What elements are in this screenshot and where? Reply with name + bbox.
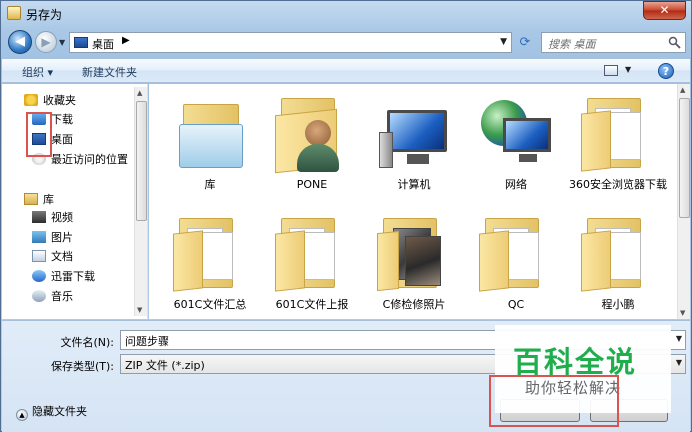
help-icon[interactable]: ? (658, 63, 674, 79)
search-placeholder: 搜索 桌面 (548, 38, 596, 51)
file-item-network[interactable]: 网络 (465, 88, 567, 208)
computer-icon (377, 94, 451, 174)
save-button-annotation-box (489, 375, 619, 427)
file-list: 库 PONE 计算机 网络 360安全浏览器下载 601C文件汇总 601C文件… (149, 84, 677, 319)
document-icon (32, 250, 46, 262)
folder-icon (173, 214, 247, 294)
address-breadcrumb[interactable]: 桌面 (92, 36, 114, 52)
sidebar-favorites[interactable]: 收藏夹 (24, 92, 76, 109)
picture-icon (32, 231, 46, 243)
file-item-pone[interactable]: PONE (261, 88, 363, 208)
video-icon (32, 211, 46, 223)
hide-folders-toggle[interactable]: ▲ 隐藏文件夹 (16, 403, 87, 421)
title-bar: 另存为 ✕ (1, 1, 691, 25)
refresh-icon: ⟳ (519, 35, 531, 50)
forward-button[interactable]: ▶ (35, 31, 57, 53)
network-icon (479, 94, 553, 174)
command-bar: 组织 ▾ 新建文件夹 ▼ ? (2, 58, 690, 83)
close-button[interactable]: ✕ (643, 1, 686, 20)
sidebar-libraries[interactable]: 库 (24, 191, 54, 208)
recent-pages-dropdown[interactable]: ▼ (59, 38, 67, 47)
save-as-dialog: 另存为 ✕ ◀ ▶ ▼ 桌面 ▶ ▼ ⟳ 搜索 桌面 组织 ▾ 新建文件夹 ▼ … (0, 0, 692, 432)
file-item-cheng[interactable]: 程小鹏 (567, 208, 669, 328)
folder-icon (581, 94, 655, 174)
file-list-scrollbar[interactable]: ▲ ▼ (677, 84, 690, 319)
desktop-annotation-box (26, 112, 52, 157)
thunder-icon (32, 270, 46, 282)
address-dropdown-icon[interactable]: ▼ (500, 37, 507, 47)
view-dropdown-icon[interactable]: ▼ (625, 65, 631, 74)
scroll-up-icon[interactable]: ▲ (680, 86, 685, 94)
folder-icon (581, 214, 655, 294)
sidebar-item-video[interactable]: 视频 (32, 209, 73, 226)
filename-label: 文件名(N): (60, 336, 114, 349)
refresh-button[interactable]: ⟳ (515, 33, 535, 53)
file-item-360-downloads[interactable]: 360安全浏览器下载 (567, 88, 669, 208)
file-item-601c-report[interactable]: 601C文件上报 (261, 208, 363, 328)
filetype-dropdown-icon[interactable]: ▼ (676, 358, 682, 367)
file-item-qc[interactable]: QC (465, 208, 567, 328)
sidebar-item-documents[interactable]: 文档 (32, 248, 73, 265)
view-options-icon[interactable] (604, 65, 618, 76)
scroll-thumb[interactable] (679, 98, 690, 218)
new-folder-button[interactable]: 新建文件夹 (82, 64, 137, 80)
file-item-computer[interactable]: 计算机 (363, 88, 465, 208)
library-icon (24, 193, 38, 205)
desktop-icon (74, 37, 88, 48)
address-bar[interactable]: 桌面 ▶ ▼ (69, 32, 512, 53)
scroll-down-icon[interactable]: ▼ (137, 306, 142, 314)
library-folder-icon (173, 94, 247, 174)
folder-icon (275, 214, 349, 294)
chevron-right-icon[interactable]: ▶ (122, 35, 130, 46)
window-title: 另存为 (26, 8, 63, 22)
sidebar-item-thunder[interactable]: 迅雷下载 (32, 268, 95, 285)
navigation-scrollbar[interactable]: ▲ ▼ (134, 87, 147, 316)
user-folder-icon (275, 94, 349, 174)
save-as-window-icon (7, 6, 21, 20)
scroll-up-icon[interactable]: ▲ (137, 89, 142, 97)
file-item-library[interactable]: 库 (159, 88, 261, 208)
scroll-down-icon[interactable]: ▼ (680, 309, 685, 317)
music-icon (32, 290, 46, 302)
forward-arrow-icon: ▶ (41, 35, 51, 49)
folder-icon (479, 214, 553, 294)
filetype-label: 保存类型(T): (50, 360, 114, 373)
file-item-c-photos[interactable]: C修检修照片 (363, 208, 465, 328)
favorites-star-icon (24, 94, 38, 106)
back-button[interactable]: ◀ (8, 30, 32, 54)
organize-button[interactable]: 组织 ▾ (22, 64, 53, 80)
search-input[interactable]: 搜索 桌面 (541, 32, 686, 53)
photo-folder-icon (377, 214, 451, 294)
filename-dropdown-icon[interactable]: ▼ (676, 334, 682, 343)
navigation-bar: ◀ ▶ ▼ 桌面 ▶ ▼ ⟳ 搜索 桌面 (1, 27, 691, 57)
chevron-up-icon[interactable]: ▲ (16, 409, 28, 421)
file-item-601c-summary[interactable]: 601C文件汇总 (159, 208, 261, 328)
scroll-thumb[interactable] (136, 101, 147, 221)
search-icon[interactable] (668, 36, 681, 49)
back-arrow-icon: ◀ (15, 34, 25, 49)
sidebar-item-music[interactable]: 音乐 (32, 288, 73, 305)
navigation-pane: 收藏夹 下载 桌面 最近访问的位置 库 视频 图片 文档 迅雷下载 音乐 (2, 84, 148, 319)
sidebar-item-pictures[interactable]: 图片 (32, 229, 73, 246)
